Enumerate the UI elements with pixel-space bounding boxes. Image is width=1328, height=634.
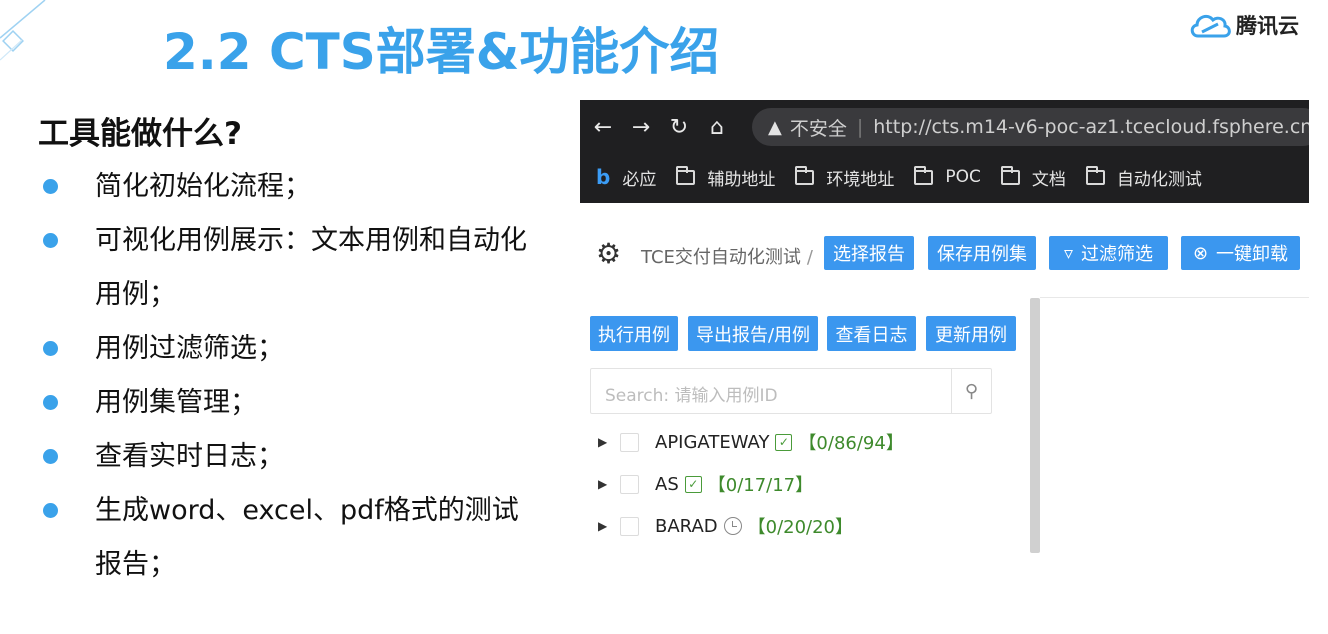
caret-right-icon[interactable]: ▶ — [598, 477, 608, 491]
list-item-text: 可视化用例展示：文本用例和自动化用例； — [95, 225, 527, 310]
node-checkbox[interactable] — [620, 474, 639, 494]
bookmark-label: POC — [945, 167, 981, 187]
browser-chrome: ← → ↻ ⌂ ▲ 不安全 | http://cts.m14-v6-poc-az… — [580, 100, 1309, 203]
bullet-dot-icon — [43, 233, 58, 248]
folder-icon — [914, 165, 934, 185]
search-input[interactable]: Search: 请输入用例ID ⚲ — [590, 368, 992, 414]
brand-logo: 腾讯云 — [1188, 10, 1299, 40]
bing-icon: b — [596, 165, 611, 189]
list-item: 可视化用例展示：文本用例和自动化用例； — [38, 214, 538, 322]
close-circle-icon: ⊗ — [1192, 242, 1209, 264]
address-row: ← → ↻ ⌂ ▲ 不安全 | http://cts.m14-v6-poc-az… — [580, 100, 1309, 155]
header-divider — [1040, 297, 1309, 298]
reload-icon[interactable]: ↻ — [664, 113, 694, 143]
node-name: AS — [655, 473, 679, 495]
bullet-dot-icon — [43, 449, 58, 464]
clock-icon — [723, 517, 742, 535]
filter-button-label: 过滤筛选 — [1081, 244, 1154, 265]
node-name: APIGATEWAY — [655, 431, 770, 453]
security-label: 不安全 — [789, 117, 847, 140]
node-count: 【0/17/17】 — [707, 475, 814, 496]
bookmark-label: 自动化测试 — [1116, 169, 1202, 190]
breadcrumb-separator: / — [806, 247, 813, 268]
list-item: 用例集管理； — [38, 376, 538, 430]
cloud-logo-icon — [1190, 14, 1231, 38]
app-screenshot: ← → ↻ ⌂ ▲ 不安全 | http://cts.m14-v6-poc-az… — [580, 100, 1309, 555]
node-count: 【0/86/94】 — [798, 433, 904, 454]
folder-icon — [676, 165, 696, 185]
uninstall-button-label: 一键卸载 — [1216, 244, 1289, 265]
bullet-dot-icon — [43, 503, 58, 518]
bookmark-folder[interactable]: 文档 — [1000, 165, 1066, 190]
export-report-button[interactable]: 导出报告/用例 — [688, 316, 818, 351]
folder-icon — [1085, 165, 1105, 185]
select-report-button[interactable]: 选择报告 — [824, 236, 914, 270]
address-bar[interactable]: ▲ 不安全 | http://cts.m14-v6-poc-az1.tceclo… — [752, 108, 1309, 146]
caret-right-icon[interactable]: ▶ — [598, 519, 608, 533]
feature-list: 简化初始化流程； 可视化用例展示：文本用例和自动化用例； 用例过滤筛选； 用例集… — [38, 160, 538, 592]
search-icon[interactable]: ⚲ — [951, 369, 991, 413]
section-heading: 工具能做什么? — [38, 116, 242, 152]
breadcrumb-label: TCE交付自动化测试 — [641, 247, 801, 268]
warning-icon: ▲ — [768, 116, 782, 138]
node-checkbox[interactable] — [620, 516, 639, 536]
folder-icon — [1000, 165, 1020, 185]
bullet-dot-icon — [43, 395, 58, 410]
bookmark-label: 必应 — [622, 169, 657, 190]
view-log-button[interactable]: 查看日志 — [827, 316, 916, 351]
bookmark-folder[interactable]: POC — [914, 165, 981, 187]
node-checkbox[interactable] — [620, 432, 639, 452]
bullet-dot-icon — [43, 179, 58, 194]
bullet-dot-icon — [43, 341, 58, 356]
forward-arrow-icon[interactable]: → — [626, 113, 656, 143]
folder-icon — [795, 165, 815, 185]
check-box-icon: ✓ — [775, 433, 793, 451]
run-cases-button[interactable]: 执行用例 — [590, 316, 678, 351]
bookmark-label: 辅助地址 — [707, 169, 776, 190]
gear-icon[interactable]: ⚙ — [596, 237, 621, 270]
tree-node[interactable]: ▶ AS ✓ 【0/17/17】 — [598, 469, 813, 499]
scrollbar[interactable] — [1030, 298, 1040, 553]
node-name: BARAD — [655, 515, 718, 537]
tree-node[interactable]: ▶ BARAD 【0/20/20】 — [598, 511, 853, 541]
list-item-text: 用例集管理； — [95, 387, 257, 418]
uninstall-button[interactable]: ⊗ 一键卸载 — [1181, 236, 1300, 270]
bookmark-folder[interactable]: 环境地址 — [795, 165, 894, 190]
bookmark-folder[interactable]: 辅助地址 — [676, 165, 775, 190]
home-icon[interactable]: ⌂ — [702, 113, 732, 143]
breadcrumb: TCE交付自动化测试 / — [641, 243, 813, 269]
corner-decoration — [0, 0, 46, 61]
bookmark-label: 环境地址 — [826, 169, 895, 190]
update-cases-button[interactable]: 更新用例 — [926, 316, 1016, 351]
app-header: ⚙ TCE交付自动化测试 / 选择报告 保存用例集 ▿ 过滤筛选 ⊗ 一键卸载 — [580, 233, 1309, 273]
back-arrow-icon[interactable]: ← — [588, 113, 618, 143]
bookmark-bing[interactable]: b 必应 — [596, 165, 656, 190]
save-case-set-button[interactable]: 保存用例集 — [928, 236, 1036, 270]
node-count: 【0/20/20】 — [747, 517, 854, 538]
list-item: 简化初始化流程； — [38, 160, 538, 214]
bookmarks-bar: b 必应 辅助地址 环境地址 POC 文档 自动化测试 — [580, 158, 1309, 196]
url-text: http://cts.m14-v6-poc-az1.tcecloud.fsphe… — [873, 116, 1309, 138]
slide-title: 2.2 CTS部署&功能介绍 — [163, 23, 720, 81]
list-item-text: 简化初始化流程； — [95, 171, 311, 202]
list-item-text: 生成word、excel、pdf格式的测试报告； — [95, 495, 519, 580]
search-placeholder: Search: 请输入用例ID — [605, 386, 778, 406]
check-box-icon: ✓ — [684, 475, 702, 493]
list-item-text: 查看实时日志； — [95, 441, 284, 472]
filter-icon: ▿ — [1063, 242, 1074, 264]
brand-name: 腾讯云 — [1236, 14, 1299, 38]
list-item-text: 用例过滤筛选； — [95, 333, 284, 364]
tree-node[interactable]: ▶ APIGATEWAY ✓ 【0/86/94】 — [598, 427, 904, 457]
caret-right-icon[interactable]: ▶ — [598, 435, 608, 449]
address-divider: | — [856, 116, 864, 138]
filter-button[interactable]: ▿ 过滤筛选 — [1049, 236, 1168, 270]
bookmark-folder[interactable]: 自动化测试 — [1085, 165, 1202, 190]
list-item: 生成word、excel、pdf格式的测试报告； — [38, 484, 538, 592]
list-item: 用例过滤筛选； — [38, 322, 538, 376]
list-item: 查看实时日志； — [38, 430, 538, 484]
bookmark-label: 文档 — [1031, 169, 1066, 190]
